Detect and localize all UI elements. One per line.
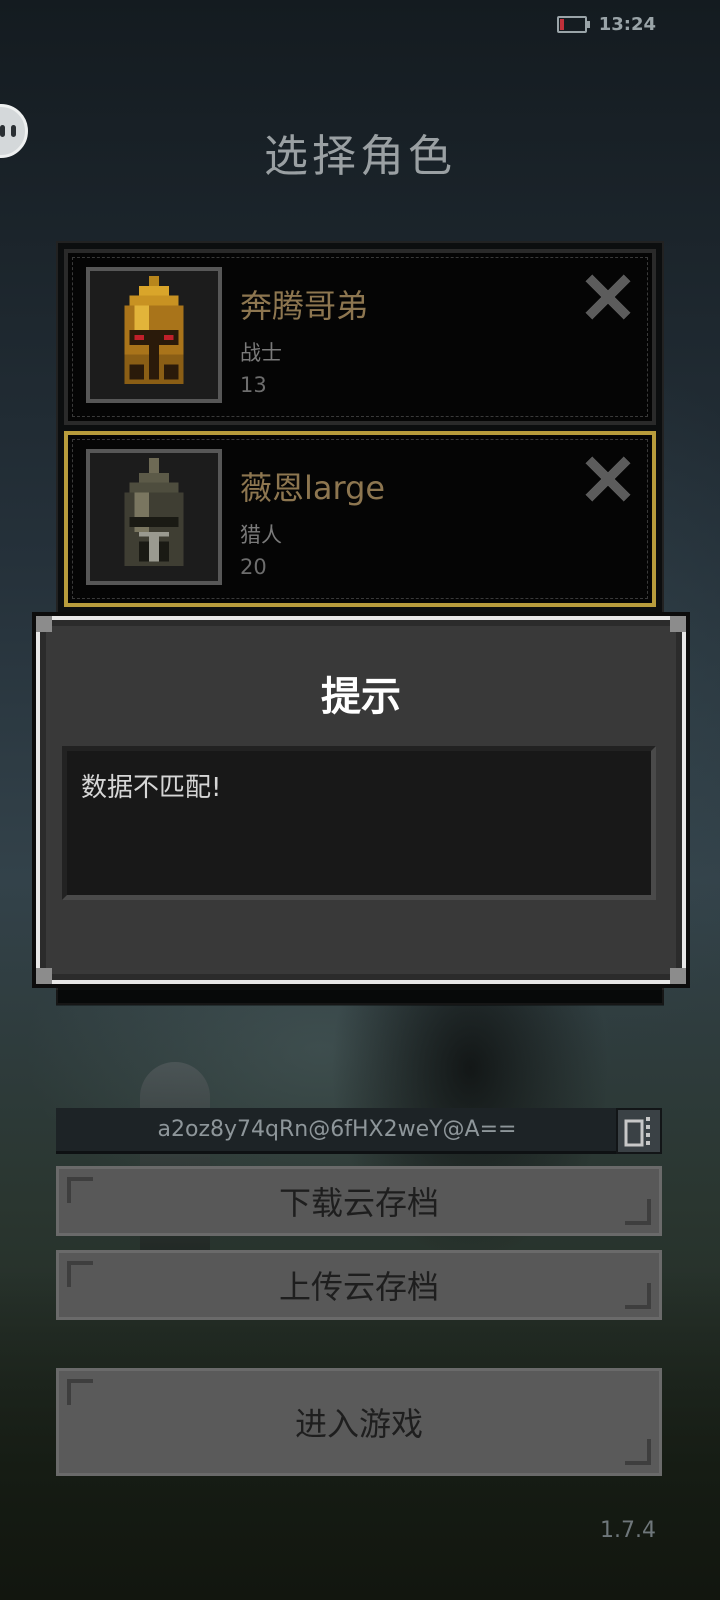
version-label: 1.7.4	[600, 1518, 656, 1543]
save-id-text: a2oz8y74qRn@6fHX2weY@A==	[157, 1117, 517, 1142]
warrior-helmet-icon	[124, 276, 184, 385]
corner-decoration	[625, 1439, 651, 1465]
corner-decoration	[67, 1379, 93, 1405]
corner-decoration	[625, 1283, 651, 1309]
character-class: 战士	[240, 341, 282, 365]
dialog-corner	[36, 616, 52, 632]
delete-character-icon[interactable]	[584, 273, 632, 321]
alert-dialog[interactable]: 提示 数据不匹配!	[32, 612, 690, 988]
delete-character-icon[interactable]	[584, 455, 632, 503]
download-cloud-save-button[interactable]: 下载云存档	[56, 1166, 662, 1236]
character-level: 20	[240, 555, 267, 579]
character-name: 奔腾哥弟	[240, 287, 369, 325]
character-class: 猎人	[240, 523, 282, 547]
enter-game-button[interactable]: 进入游戏	[56, 1368, 662, 1476]
save-id-field[interactable]: a2oz8y74qRn@6fHX2weY@A==	[56, 1108, 662, 1154]
character-card[interactable]: 奔腾哥弟 战士 13	[64, 249, 656, 425]
dialog-corner	[670, 968, 686, 984]
corner-decoration	[67, 1261, 93, 1287]
dialog-corner	[36, 968, 52, 984]
character-portrait	[86, 267, 222, 403]
dialog-title: 提示	[321, 674, 401, 720]
character-level: 13	[240, 373, 267, 397]
character-portrait	[86, 449, 222, 585]
corner-decoration	[67, 1177, 93, 1203]
battery-icon	[556, 16, 590, 33]
character-card-selected[interactable]: 薇恩large 猎人 20	[64, 431, 656, 607]
copy-icon	[624, 1117, 650, 1147]
copy-button[interactable]	[616, 1108, 662, 1154]
corner-decoration	[625, 1199, 651, 1225]
upload-cloud-save-button[interactable]: 上传云存档	[56, 1250, 662, 1320]
status-bar: 13:24	[556, 14, 656, 35]
upload-label: 上传云存档	[278, 1268, 439, 1306]
page-title: 选择角色	[264, 131, 456, 182]
dialog-corner	[670, 616, 686, 632]
dialog-shadow	[56, 990, 664, 1006]
character-name: 薇恩large	[240, 469, 386, 507]
download-label: 下载云存档	[278, 1184, 439, 1222]
enter-label: 进入游戏	[294, 1405, 423, 1443]
hunter-helmet-icon	[124, 458, 184, 567]
status-time: 13:24	[598, 14, 656, 35]
dialog-message: 数据不匹配!	[62, 746, 656, 900]
